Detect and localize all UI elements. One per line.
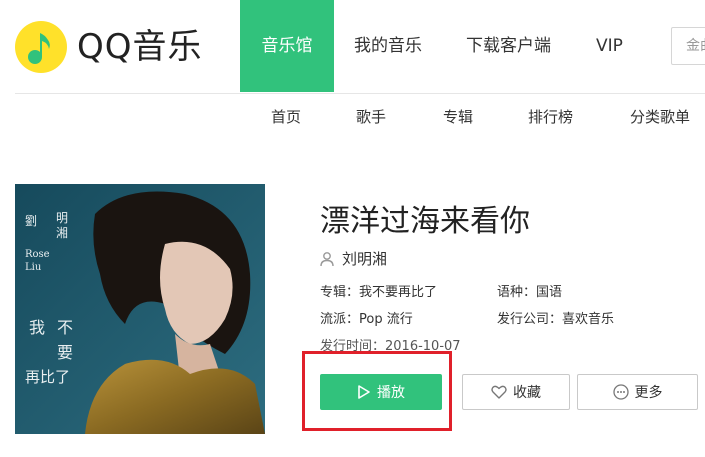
more-label: 更多 (634, 385, 663, 401)
heart-icon (491, 385, 507, 399)
genre-info: 流派：Pop 流行 (320, 312, 413, 327)
favorite-label: 收藏 (513, 385, 541, 401)
ellipsis-circle-icon (612, 384, 629, 400)
cover-artist-cn-3: 湘 (56, 226, 69, 240)
header-divider (15, 93, 705, 94)
cover-album-line-2: 不 (57, 318, 74, 337)
cover-artist-cn-1: 劉 (25, 214, 38, 228)
user-icon (320, 252, 334, 267)
subnav-categories[interactable]: 分类歌单 (630, 107, 690, 127)
cover-album-line-4: 再比了 (25, 368, 71, 386)
highlight-box (302, 351, 452, 431)
cover-album-line-3: 要 (57, 343, 74, 362)
nav-vip[interactable]: VIP (596, 0, 623, 92)
album-cover[interactable]: 劉 明 湘 Rose Liu 我 不 要 再比了 (15, 184, 265, 434)
nav-music-hall[interactable]: 音乐馆 (240, 0, 334, 92)
singer-link[interactable]: 刘明湘 (342, 249, 387, 269)
language-info: 语种：国语 (497, 285, 563, 300)
subnav-albums[interactable]: 专辑 (443, 107, 473, 127)
more-button[interactable]: 更多 (577, 374, 698, 410)
subnav-charts[interactable]: 排行榜 (528, 107, 573, 127)
cover-album-line-1: 我 (29, 318, 46, 337)
company-info: 发行公司：喜欢音乐 (497, 312, 615, 327)
nav-download-client[interactable]: 下载客户端 (466, 0, 551, 92)
qq-music-logo-icon[interactable] (15, 21, 67, 73)
search-input[interactable]: 金曲 (671, 27, 705, 65)
favorite-button[interactable]: 收藏 (462, 374, 570, 410)
album-info[interactable]: 专辑：我不要再比了 (320, 284, 437, 302)
subnav-home[interactable]: 首页 (271, 107, 301, 127)
cover-artist-en-2: Liu (25, 262, 42, 273)
song-title: 漂洋过海来看你 (320, 204, 530, 239)
cover-artist-en-1: Rose (25, 249, 50, 260)
nav-my-music[interactable]: 我的音乐 (354, 0, 422, 92)
subnav-singers[interactable]: 歌手 (356, 107, 386, 127)
logo-text[interactable]: QQ音乐 (77, 24, 203, 70)
album-cover-art (15, 184, 265, 434)
